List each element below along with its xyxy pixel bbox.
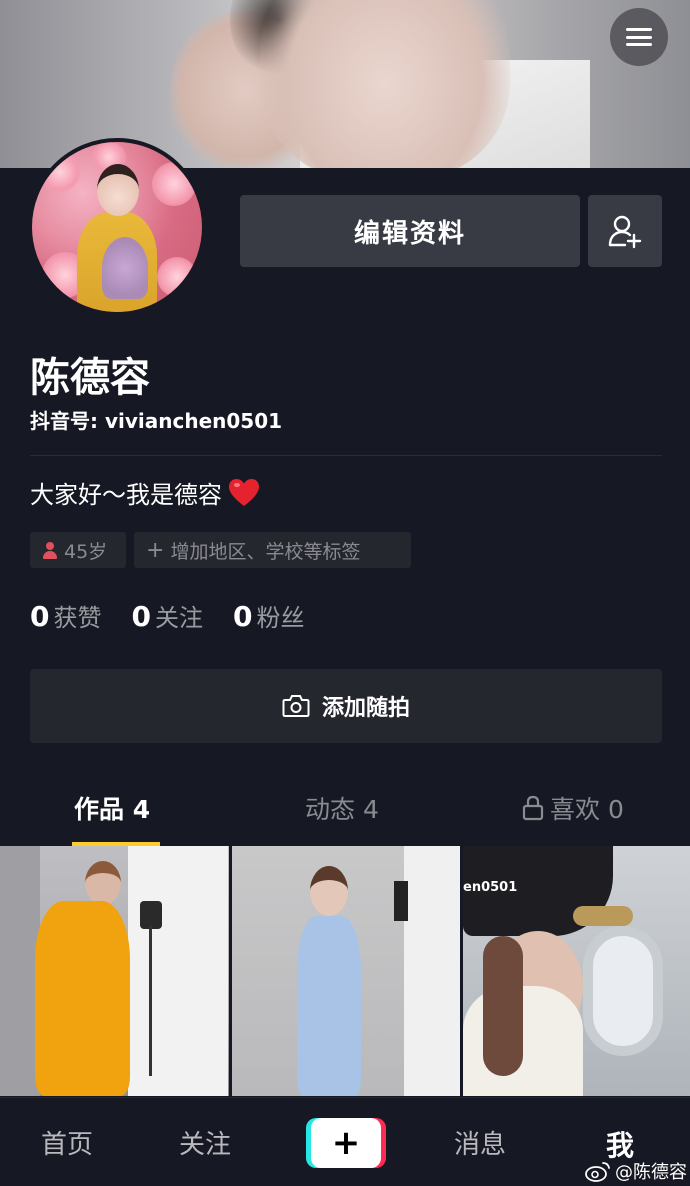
nav-messages[interactable]: 消息 — [454, 1124, 506, 1161]
menu-button[interactable] — [610, 8, 668, 66]
weibo-watermark: @陈德容 — [585, 1158, 687, 1184]
person-icon — [42, 541, 58, 559]
add-tags-button[interactable]: + 增加地区、学校等标签 — [134, 532, 411, 568]
video-grid: en0501 — [0, 846, 690, 1096]
divider — [30, 455, 662, 456]
profile-name: 陈德容 — [30, 355, 150, 401]
cover-face — [260, 0, 510, 170]
age-tag: 45岁 — [30, 532, 126, 568]
stats-row: 0 获赞 0 关注 0 粉丝 — [30, 598, 304, 633]
add-snapshot-label: 添加随拍 — [321, 696, 410, 721]
video-thumbnail[interactable]: en0501 — [463, 846, 690, 1096]
heart-emoji — [229, 478, 259, 506]
tab-moments-label: 动态 4 — [305, 795, 379, 824]
stat-following[interactable]: 0 关注 — [131, 598, 202, 633]
camera-icon — [282, 695, 310, 717]
hamburger-icon — [626, 28, 652, 46]
tab-works[interactable]: 作品 4 — [74, 790, 150, 826]
edit-profile-button[interactable]: 编辑资料 — [240, 195, 580, 267]
lock-icon — [522, 795, 544, 821]
stat-followers-label: 粉丝 — [256, 604, 305, 632]
plus-icon: + — [146, 537, 165, 563]
video-thumbnail[interactable] — [232, 846, 460, 1096]
watermark-text: @陈德容 — [615, 1162, 687, 1183]
avatar[interactable] — [28, 138, 206, 316]
nav-follow[interactable]: 关注 — [179, 1124, 231, 1161]
tab-likes-label: 喜欢 0 — [550, 795, 624, 824]
weibo-icon — [585, 1162, 610, 1182]
tab-works-label: 作品 4 — [74, 795, 151, 824]
stat-followers[interactable]: 0 粉丝 — [233, 598, 304, 633]
bio: 大家好～我是德容 — [30, 475, 260, 510]
thumbnail-overlay-text: en0501 — [463, 880, 518, 895]
stat-likes[interactable]: 0 获赞 — [30, 598, 101, 633]
stat-followers-count: 0 — [232, 600, 253, 633]
bio-text: 大家好～我是德容 — [30, 481, 222, 509]
video-thumbnail[interactable] — [0, 846, 229, 1096]
tab-moments[interactable]: 动态 4 — [305, 790, 379, 826]
stat-likes-label: 获赞 — [53, 604, 102, 632]
douyin-id: 抖音号: vivianchen0501 — [30, 409, 283, 433]
add-friend-icon — [608, 215, 642, 249]
create-button[interactable]: + — [306, 1118, 386, 1168]
tab-likes[interactable]: 喜欢 0 — [522, 790, 624, 826]
age-text: 45岁 — [64, 540, 108, 563]
nav-home[interactable]: 首页 — [41, 1124, 93, 1161]
create-plus-icon: + — [311, 1118, 381, 1168]
stat-likes-count: 0 — [30, 600, 50, 633]
stat-following-count: 0 — [131, 600, 151, 633]
content-tabs: 作品 4 动态 4 喜欢 0 — [0, 780, 690, 846]
add-snapshot-button[interactable]: 添加随拍 — [30, 669, 662, 743]
add-tags-text: 增加地区、学校等标签 — [170, 540, 361, 563]
stat-following-label: 关注 — [154, 604, 203, 632]
add-friend-button[interactable] — [588, 195, 662, 267]
